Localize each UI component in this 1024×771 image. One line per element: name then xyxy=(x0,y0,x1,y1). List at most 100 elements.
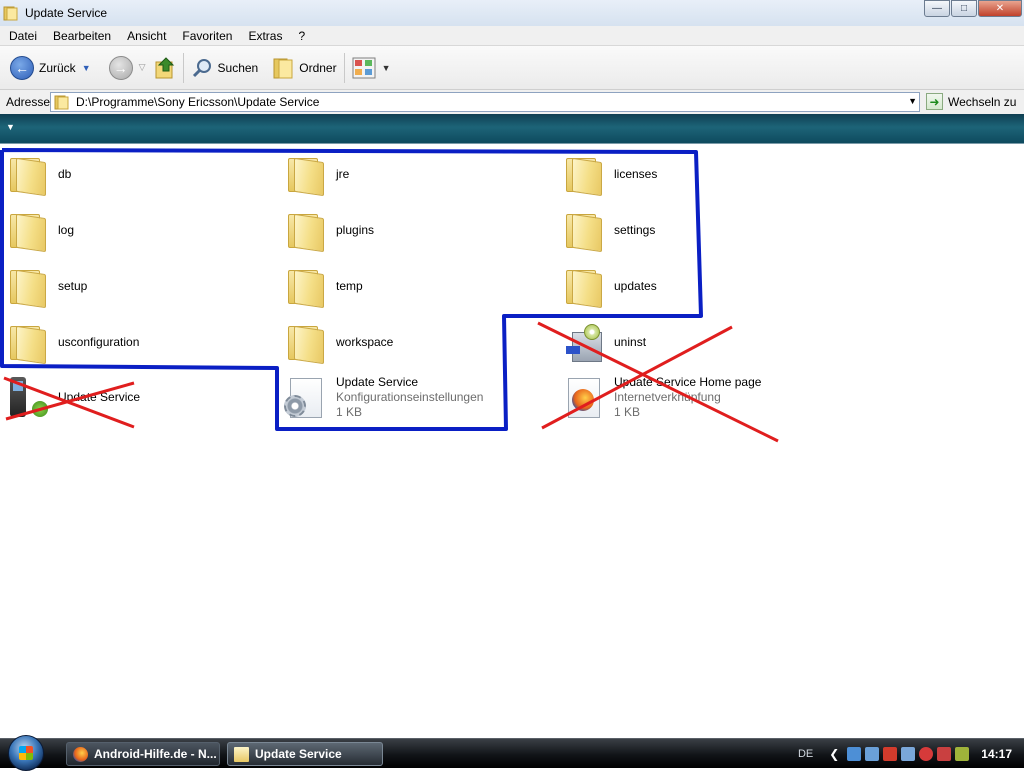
folder-item[interactable]: plugins xyxy=(282,206,374,254)
system-tray: DE ❮ 14:17 xyxy=(798,739,1024,769)
taskbar-button-firefox[interactable]: Android-Hilfe.de - N... xyxy=(66,742,220,766)
folder-item[interactable]: setup xyxy=(4,262,87,310)
folders-button[interactable]: Ordner xyxy=(268,52,340,84)
forward-arrow-icon: → xyxy=(108,55,133,80)
application-item[interactable]: Update Service xyxy=(4,373,140,421)
search-icon xyxy=(192,58,211,77)
views-icon xyxy=(352,57,376,78)
item-size: 1 KB xyxy=(336,404,363,419)
firefox-icon xyxy=(73,746,88,762)
menu-bearbeiten[interactable]: Bearbeiten xyxy=(45,29,119,43)
acrobat-icon[interactable] xyxy=(883,747,898,761)
item-label: updates xyxy=(614,278,657,293)
language-indicator[interactable]: DE xyxy=(798,748,813,760)
forward-dropdown-icon[interactable]: ▽ xyxy=(139,62,146,73)
network-icon[interactable] xyxy=(847,747,862,761)
network-icon[interactable] xyxy=(865,747,880,761)
maximize-icon[interactable]: □ xyxy=(951,0,977,17)
folder-icon xyxy=(282,320,326,365)
folder-item[interactable]: usconfiguration xyxy=(4,318,139,366)
go-label: Wechseln zu xyxy=(948,94,1017,109)
folder-item[interactable]: temp xyxy=(282,262,363,310)
address-bar: Adresse D:\Programme\Sony Ericsson\Updat… xyxy=(0,90,1024,114)
menu-help[interactable]: ? xyxy=(290,29,313,43)
views-dropdown-icon[interactable]: ▼ xyxy=(382,63,391,73)
internet-shortcut-icon xyxy=(560,375,604,419)
item-text: Update Service Home page Internetverknüp… xyxy=(614,375,761,420)
back-label: Zurück xyxy=(39,60,76,75)
item-text: Update Service Konfigurationseinstellung… xyxy=(336,375,483,420)
address-folder-icon xyxy=(54,95,69,110)
item-size: 1 KB xyxy=(614,404,641,419)
menu-datei[interactable]: Datei xyxy=(0,29,45,43)
item-label: jre xyxy=(336,166,350,181)
item-label: db xyxy=(58,166,72,181)
item-label: settings xyxy=(614,222,656,237)
uninstaller-item[interactable]: uninst xyxy=(560,318,646,366)
search-button[interactable]: Suchen xyxy=(187,52,263,84)
folder-icon xyxy=(4,264,48,309)
address-label: Adresse xyxy=(6,95,51,109)
menu-bar: Datei Bearbeiten Ansicht Favoriten Extra… xyxy=(0,26,1024,46)
antivirus-icon[interactable] xyxy=(937,747,952,761)
taskbar-button-explorer[interactable]: Update Service xyxy=(227,742,383,766)
minimize-icon[interactable]: — xyxy=(924,0,950,17)
folder-item[interactable]: updates xyxy=(560,262,657,310)
start-button[interactable] xyxy=(8,735,44,771)
shortcut-item[interactable]: Update Service Home page Internetverknüp… xyxy=(560,373,761,421)
security-alert-icon[interactable] xyxy=(919,747,934,761)
folder-item[interactable]: settings xyxy=(560,206,655,254)
forward-button[interactable]: → ▽ xyxy=(105,52,150,84)
title-bar: Update Service — □ ✕ xyxy=(0,0,1024,26)
back-dropdown-icon[interactable]: ▼ xyxy=(82,63,91,73)
go-button[interactable]: ➜ Wechseln zu xyxy=(926,93,1016,110)
taskbar-button-label: Update Service xyxy=(255,747,342,761)
folder-item[interactable]: jre xyxy=(282,150,349,198)
views-button[interactable]: ▼ xyxy=(348,52,395,84)
phone-app-icon xyxy=(4,375,48,419)
back-button[interactable]: ← Zurück ▼ xyxy=(6,52,95,84)
item-label: temp xyxy=(336,278,363,293)
folder-icon xyxy=(560,152,604,197)
item-label: plugins xyxy=(336,222,375,237)
tray-app-icon[interactable] xyxy=(955,747,970,761)
item-label: workspace xyxy=(336,334,394,349)
go-arrow-icon: ➜ xyxy=(926,93,943,110)
task-band-dropdown-icon[interactable]: ▼ xyxy=(6,122,15,132)
up-folder-button[interactable] xyxy=(150,52,180,84)
tray-expand-icon[interactable]: ❮ xyxy=(829,747,839,761)
item-label: usconfiguration xyxy=(58,334,140,349)
folder-icon xyxy=(282,208,326,253)
item-type: Konfigurationseinstellungen xyxy=(336,389,484,404)
config-file-item[interactable]: Update Service Konfigurationseinstellung… xyxy=(282,373,483,421)
folder-icon xyxy=(4,208,48,253)
menu-extras[interactable]: Extras xyxy=(240,29,290,43)
folder-icon xyxy=(560,208,604,253)
back-arrow-icon: ← xyxy=(10,55,34,80)
item-label: Update Service xyxy=(336,374,419,389)
address-dropdown-icon[interactable]: ▼ xyxy=(908,96,917,106)
address-input[interactable]: D:\Programme\Sony Ericsson\Update Servic… xyxy=(50,92,920,112)
explorer-task-band: ▼ xyxy=(0,114,1024,144)
item-label: Update Service xyxy=(58,389,141,404)
folder-icon xyxy=(282,152,326,197)
folder-item[interactable]: licenses xyxy=(560,150,657,198)
menu-favoriten[interactable]: Favoriten xyxy=(174,29,240,43)
item-label: Update Service Home page xyxy=(614,374,762,389)
display-icon[interactable] xyxy=(901,747,916,761)
folder-icon xyxy=(3,6,18,21)
clock: 14:17 xyxy=(981,747,1012,761)
menu-ansicht[interactable]: Ansicht xyxy=(119,29,174,43)
close-icon[interactable]: ✕ xyxy=(978,0,1022,17)
folders-icon xyxy=(273,58,293,78)
item-label: licenses xyxy=(614,166,658,181)
folder-item[interactable]: db xyxy=(4,150,71,198)
address-path: D:\Programme\Sony Ericsson\Update Servic… xyxy=(76,95,320,109)
folder-item[interactable]: log xyxy=(4,206,74,254)
item-type: Internetverknüpfung xyxy=(614,389,721,404)
installer-icon xyxy=(560,320,604,364)
item-label: uninst xyxy=(614,334,647,349)
file-list: db jre licenses log plugins settings set… xyxy=(0,145,1024,738)
folder-icon xyxy=(234,746,249,762)
folder-item[interactable]: workspace xyxy=(282,318,393,366)
